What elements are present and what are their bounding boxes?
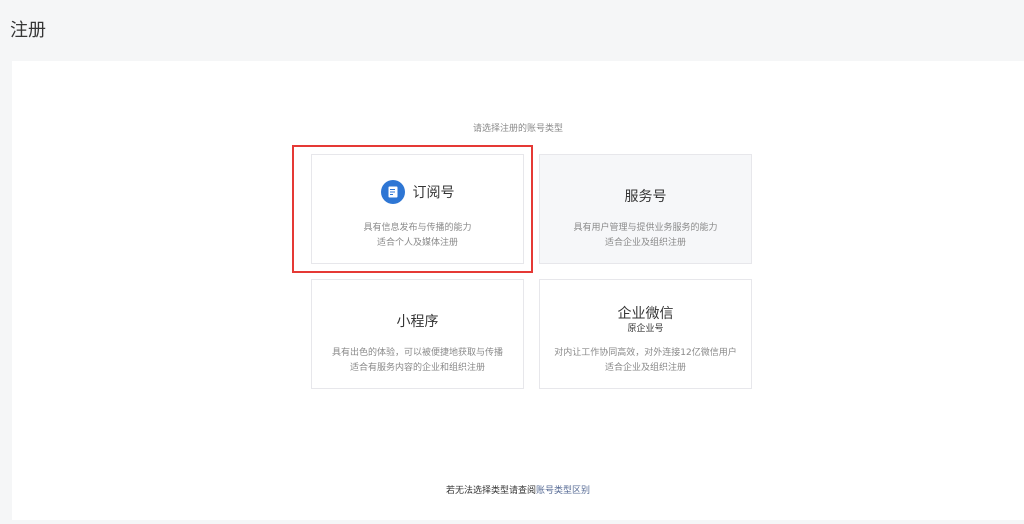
card-miniprogram-title: 小程序 (396, 314, 439, 330)
card-service[interactable]: 服务号 具有用户管理与提供业务服务的能力 适合企业及组织注册 (539, 154, 752, 264)
register-panel: 请选择注册的账号类型 订阅号 具有信息发布与传播的能力 适合个人及媒体注册 服务… (12, 61, 1024, 520)
account-type-diff-link[interactable]: 账号类型区别 (536, 486, 590, 496)
card-service-desc-line2: 适合企业及组织注册 (604, 238, 686, 248)
card-subscription[interactable]: 订阅号 具有信息发布与传播的能力 适合个人及媒体注册 (311, 154, 524, 264)
card-subscription-title-row: 订阅号 (312, 180, 523, 204)
card-miniprogram-desc-line2: 适合有服务内容的企业和组织注册 (349, 363, 485, 373)
card-subscription-desc-line1: 具有信息发布与传播的能力 (363, 223, 472, 233)
card-service-desc-line1: 具有用户管理与提供业务服务的能力 (573, 223, 718, 233)
card-wework-title: 企业微信 (617, 306, 674, 322)
card-subscription-desc-line2: 适合个人及媒体注册 (376, 238, 458, 248)
document-icon (380, 180, 405, 204)
card-service-desc: 具有用户管理与提供业务服务的能力 适合企业及组织注册 (540, 221, 751, 251)
card-wework[interactable]: 企业微信 原企业号 对内让工作协同高效，对外连接12亿微信用户 适合企业及组织注… (539, 279, 752, 389)
card-wework-desc-line2: 适合企业及组织注册 (604, 363, 686, 373)
card-subscription-desc: 具有信息发布与传播的能力 适合个人及媒体注册 (312, 221, 523, 251)
card-service-title: 服务号 (624, 189, 667, 205)
footer-text: 若无法选择类型请查阅 (445, 486, 536, 496)
card-subscription-title: 订阅号 (412, 185, 455, 201)
card-wework-desc: 对内让工作协同高效，对外连接12亿微信用户 适合企业及组织注册 (540, 346, 751, 376)
card-wework-desc-line1: 对内让工作协同高效，对外连接12亿微信用户 (554, 348, 737, 358)
page-title: 注册 (10, 20, 46, 41)
card-miniprogram-desc-line1: 具有出色的体验，可以被便捷地获取与传播 (331, 348, 503, 358)
footer-hint: 若无法选择类型请查阅账号类型区别 (12, 483, 1024, 496)
card-wework-subtitle: 原企业号 (627, 324, 664, 334)
card-miniprogram-desc: 具有出色的体验，可以被便捷地获取与传播 适合有服务内容的企业和组织注册 (312, 346, 523, 376)
account-type-prompt: 请选择注册的账号类型 (472, 124, 563, 134)
card-miniprogram[interactable]: 小程序 具有出色的体验，可以被便捷地获取与传播 适合有服务内容的企业和组织注册 (311, 279, 524, 389)
